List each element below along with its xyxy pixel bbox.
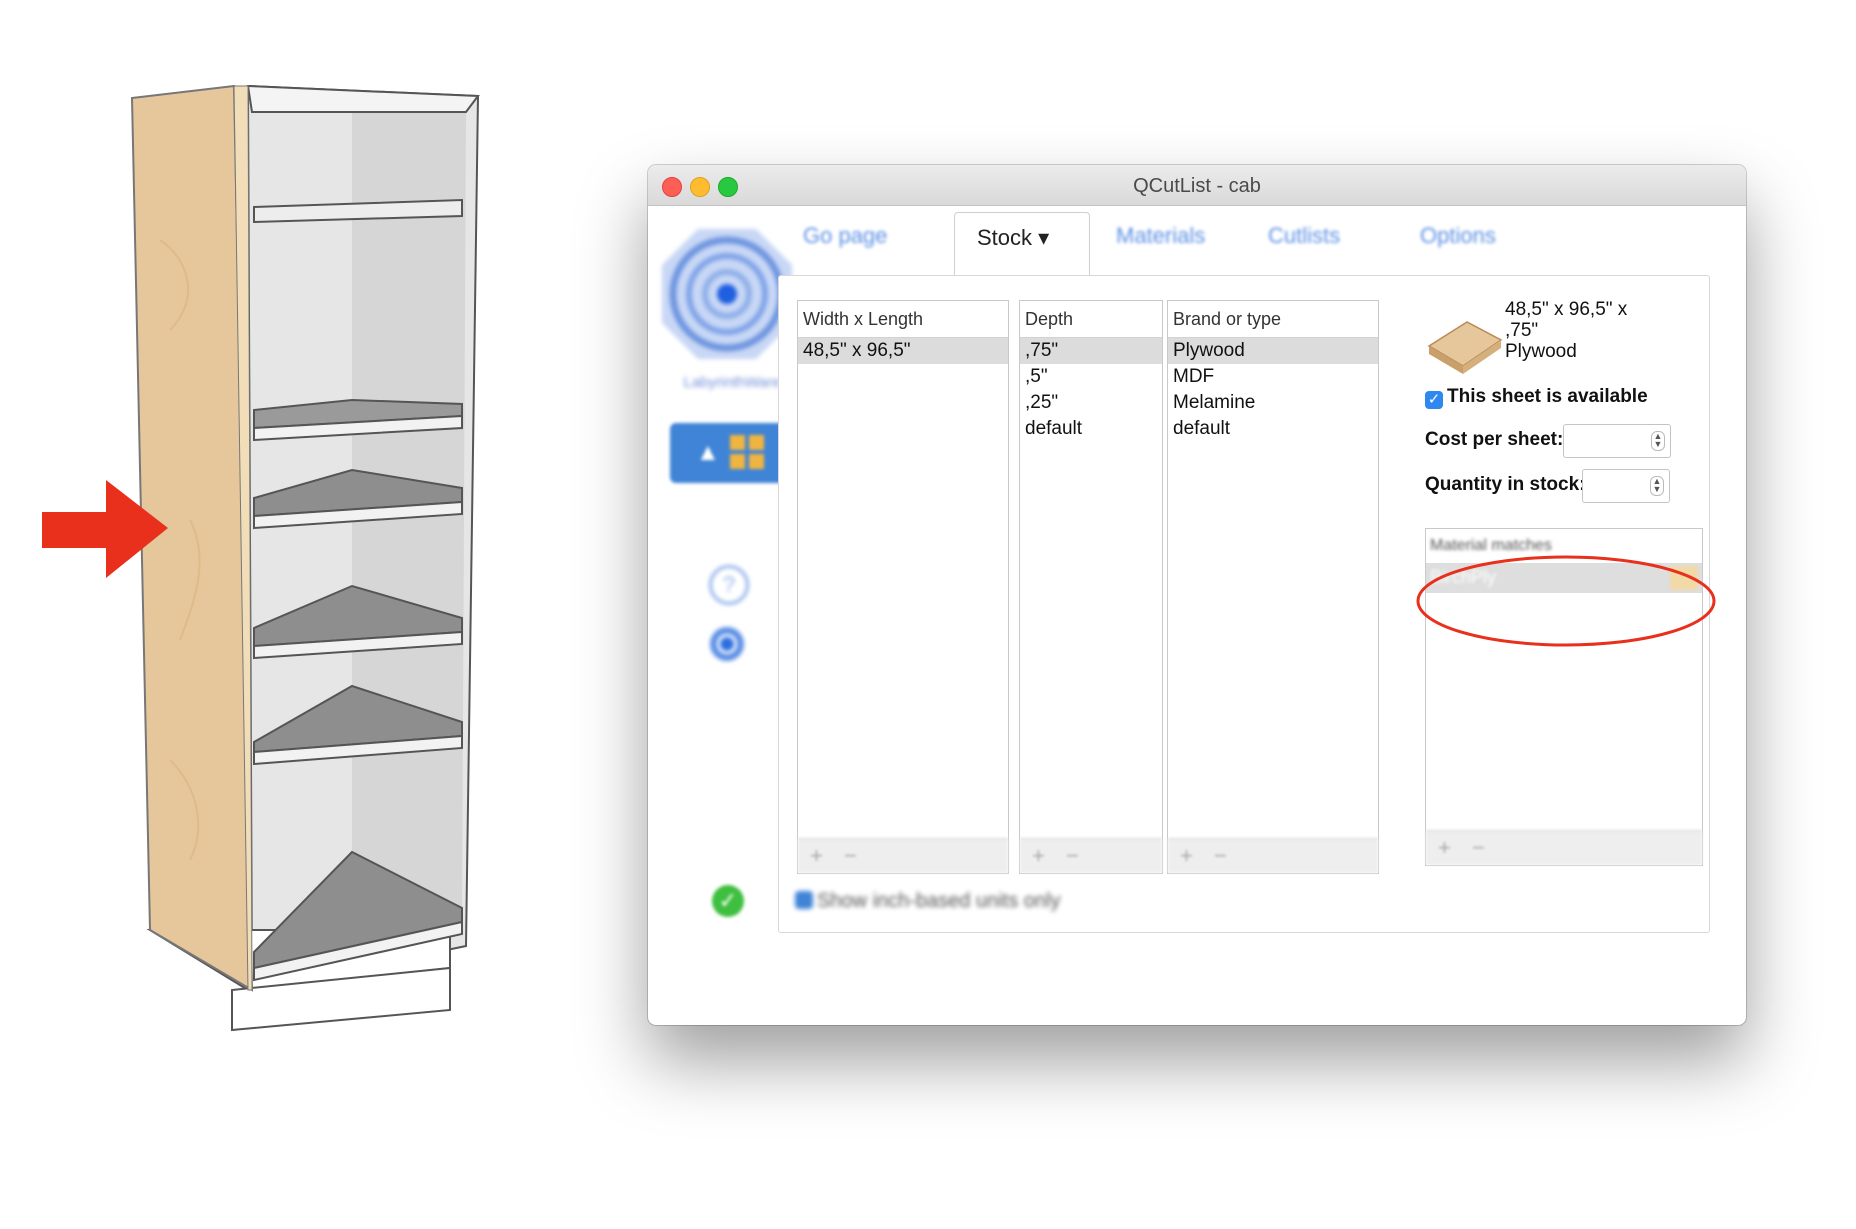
annotation-ellipse xyxy=(1416,555,1716,647)
